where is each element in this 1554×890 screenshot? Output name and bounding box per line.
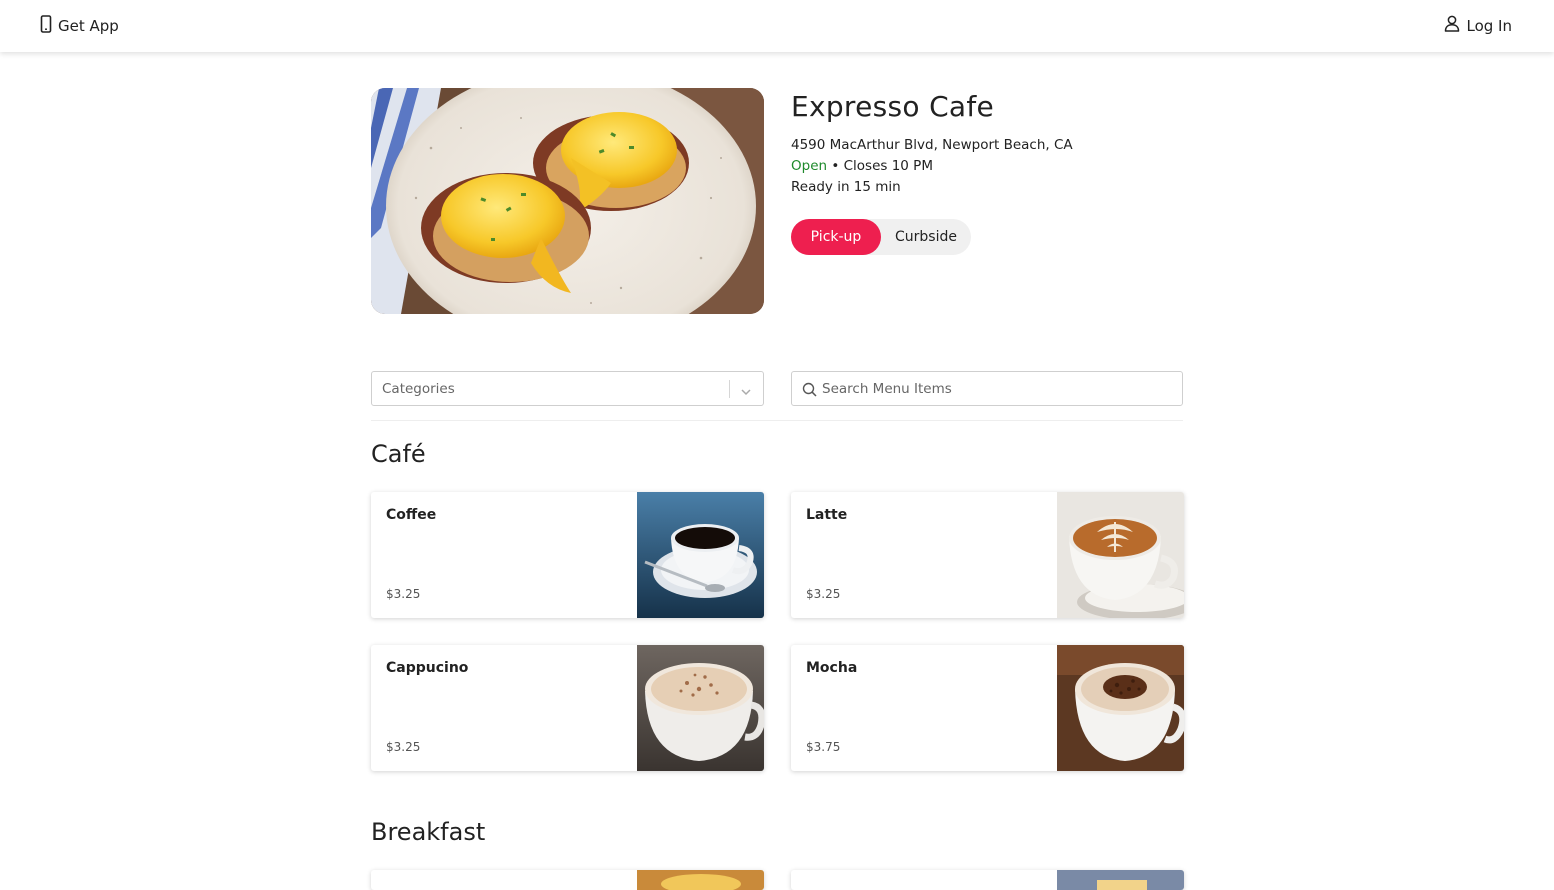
menu-item-card[interactable] (791, 870, 1184, 890)
log-in-link[interactable]: Log In (1444, 15, 1513, 36)
menu-item-name: Coffee (386, 507, 437, 523)
mocha-image (1057, 645, 1184, 771)
menu-item-name: Cappucino (386, 660, 469, 676)
chevron-down-icon (740, 383, 752, 402)
filter-divider (371, 420, 1183, 421)
menu-item-mocha[interactable]: Mocha $3.75 (791, 645, 1184, 771)
restaurant-hero-image (371, 88, 764, 314)
curbside-button[interactable]: Curbside (881, 219, 971, 255)
section-title-breakfast: Breakfast (371, 818, 486, 846)
dropdown-separator (729, 380, 730, 398)
order-mode-toggle: Pick-up Curbside (791, 219, 971, 255)
restaurant-address: 4590 MacArthur Blvd, Newport Beach, CA (791, 137, 1073, 153)
section-title-cafe: Café (371, 440, 426, 468)
search-menu-input[interactable] (822, 373, 1172, 404)
get-app-link[interactable]: Get App (40, 15, 119, 37)
menu-item-cappucino[interactable]: Cappucino $3.25 (371, 645, 764, 771)
pick-up-button[interactable]: Pick-up (791, 219, 881, 255)
menu-item-latte[interactable]: Latte $3.25 (791, 492, 1184, 618)
closing-time: • Closes 10 PM (827, 158, 933, 174)
search-box (791, 371, 1183, 406)
breakfast-item-image (637, 870, 764, 890)
categories-dropdown[interactable]: Categories (371, 371, 764, 406)
menu-item-card[interactable] (371, 870, 764, 890)
search-icon (802, 382, 817, 401)
categories-placeholder: Categories (382, 381, 455, 397)
menu-item-price: $3.75 (806, 740, 841, 754)
user-icon (1444, 15, 1460, 36)
latte-image (1057, 492, 1184, 618)
menu-item-price: $3.25 (806, 587, 841, 601)
restaurant-name: Expresso Cafe (791, 90, 995, 123)
cappucino-image (637, 645, 764, 771)
open-status: Open (791, 158, 828, 174)
menu-item-name: Latte (806, 507, 848, 523)
restaurant-hours: Open • Closes 10 PM (791, 156, 1211, 177)
menu-item-price: $3.25 (386, 587, 421, 601)
restaurant-info: Expresso Cafe 4590 MacArthur Blvd, Newpo… (791, 90, 1211, 198)
top-navigation-bar: Get App Log In (0, 0, 1554, 52)
log-in-label: Log In (1466, 16, 1513, 35)
menu-item-coffee[interactable]: Coffee $3.25 (371, 492, 764, 618)
breakfast-item-image (1057, 870, 1184, 890)
menu-item-name: Mocha (806, 660, 858, 676)
menu-item-price: $3.25 (386, 740, 421, 754)
phone-icon (40, 15, 52, 37)
coffee-image (637, 492, 764, 618)
ready-time: Ready in 15 min (791, 179, 901, 195)
get-app-label: Get App (58, 17, 119, 35)
